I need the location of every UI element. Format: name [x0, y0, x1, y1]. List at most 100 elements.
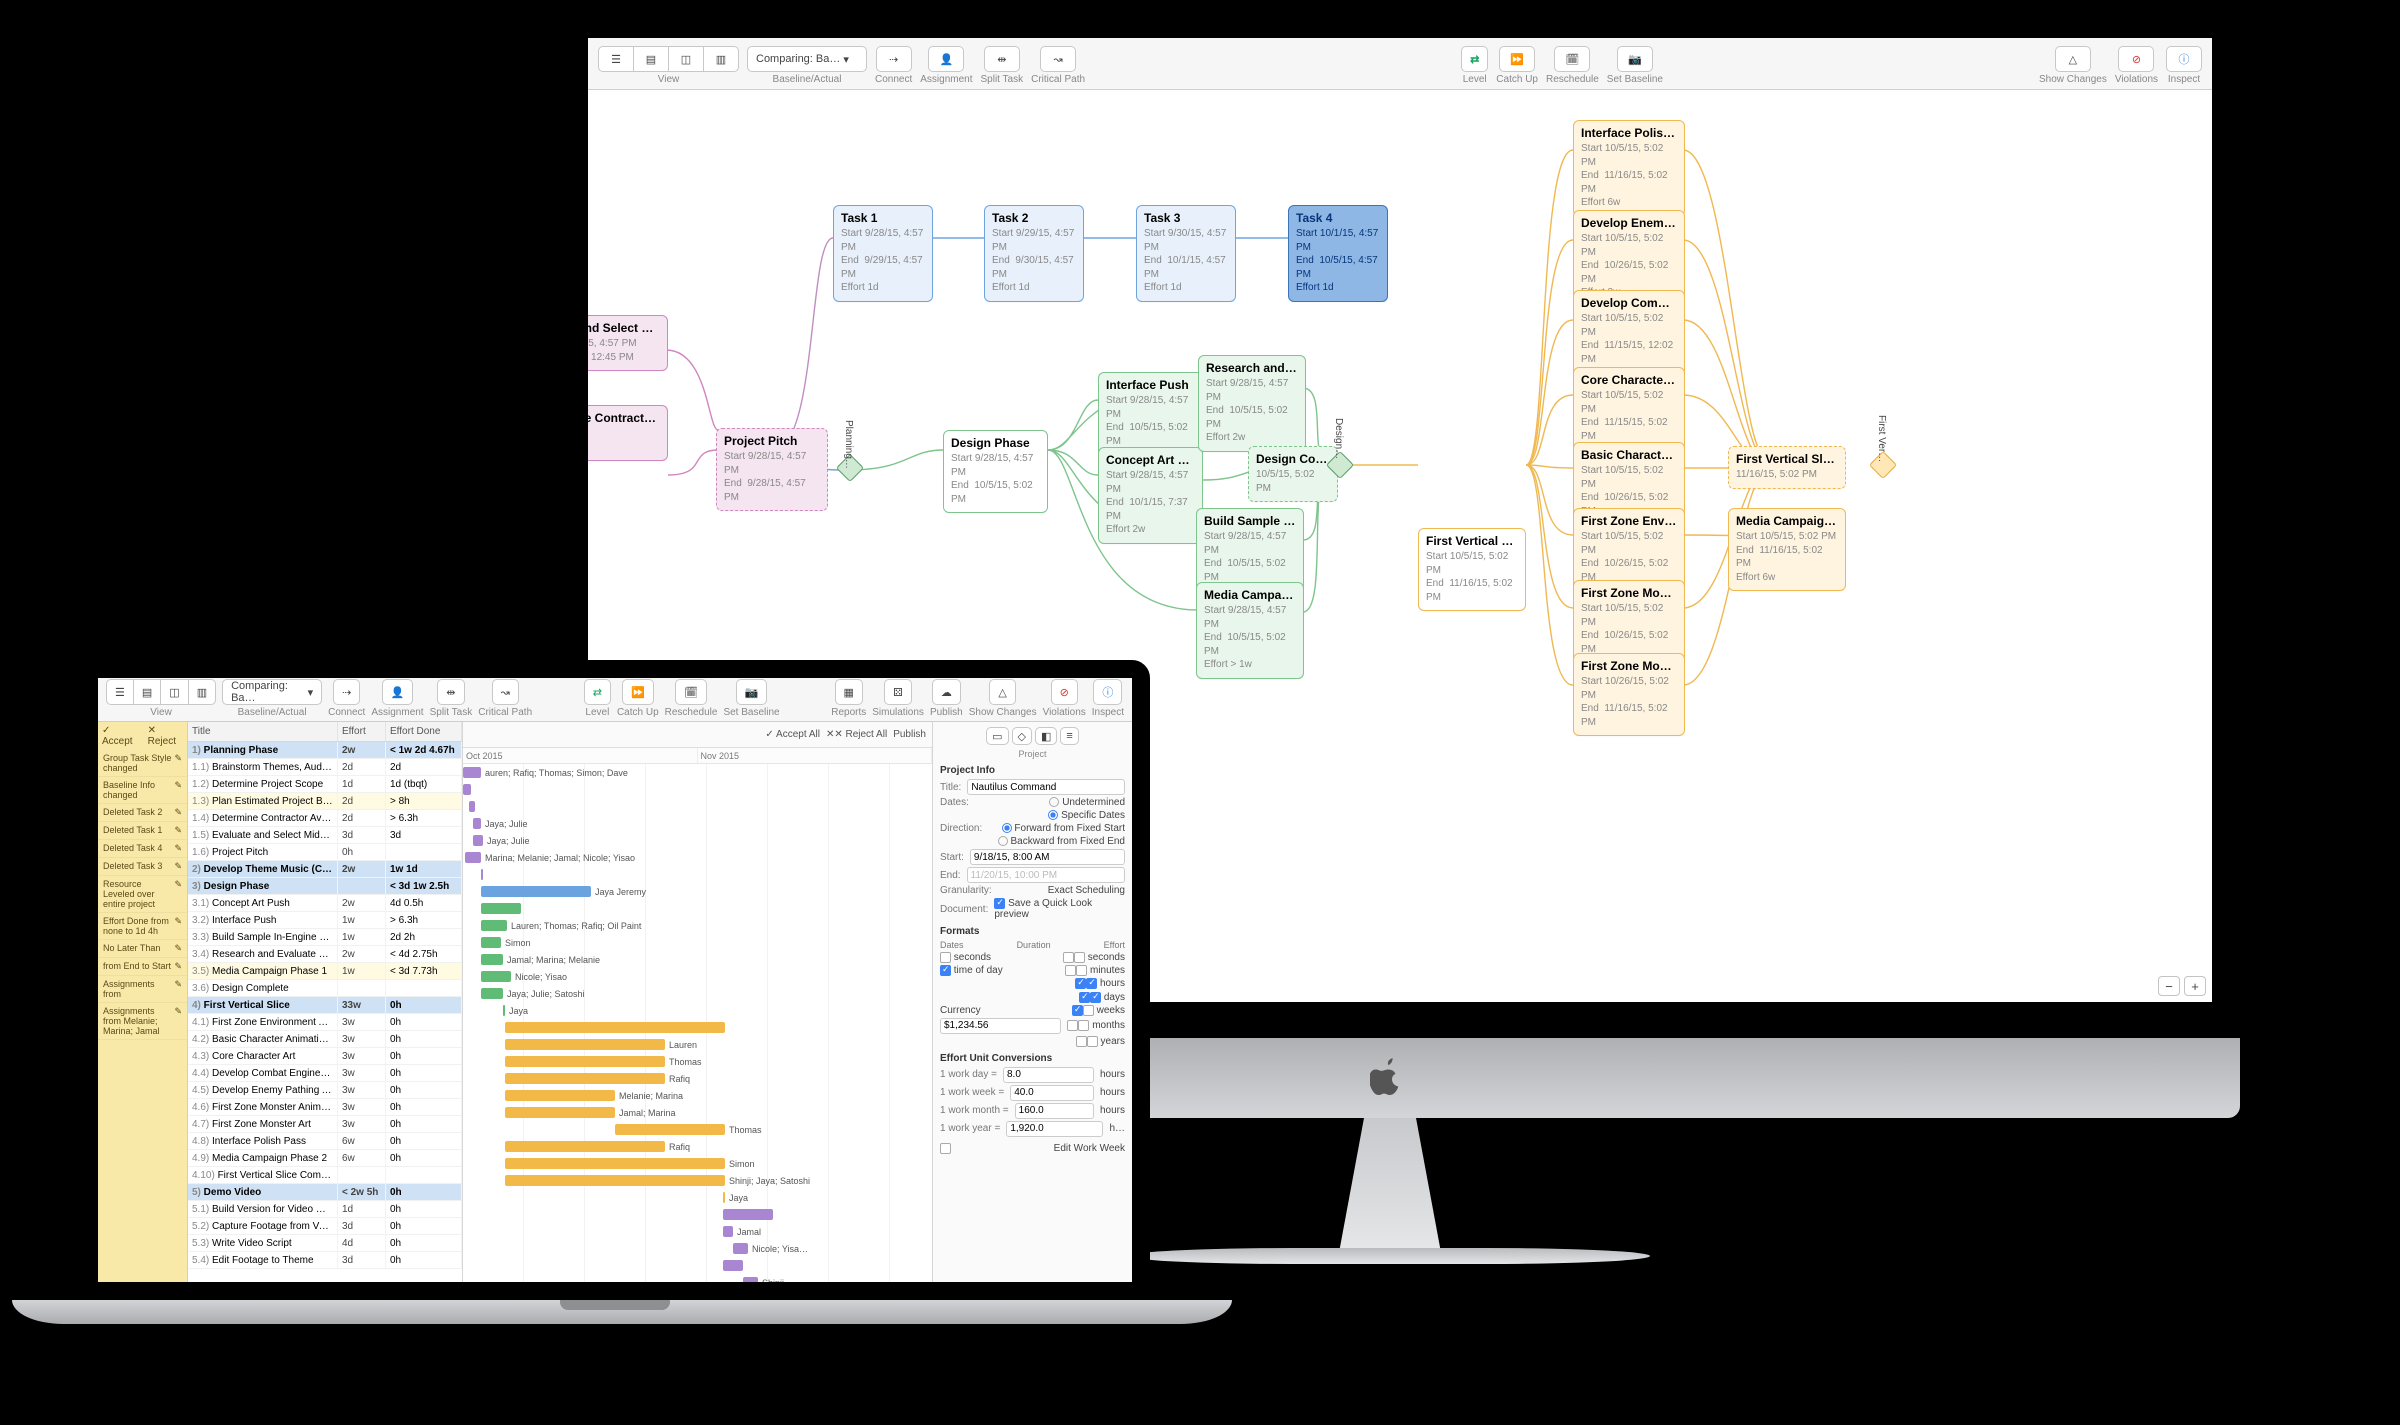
radio-backward[interactable]: [998, 836, 1008, 846]
workyear-input[interactable]: [1006, 1121, 1103, 1137]
gantt-bar[interactable]: Rafiq: [505, 1073, 665, 1084]
gantt-bar[interactable]: Melanie; Marina: [505, 1090, 615, 1101]
lap-view3[interactable]: ◫: [161, 679, 188, 705]
task-row[interactable]: 5.2) Capture Footage from Vertical Slice…: [188, 1218, 462, 1235]
accept-change[interactable]: ✓ Accept: [102, 725, 139, 747]
lap-catchup[interactable]: ⏩: [622, 679, 654, 705]
level-button[interactable]: ⇄: [1461, 46, 1488, 72]
gantt-bar[interactable]: Shinji; Jaya; Satoshi: [505, 1175, 725, 1186]
change-item[interactable]: Assignments from✎: [98, 976, 187, 1003]
gantt-bar[interactable]: Jamal: [723, 1226, 733, 1237]
project-title-input[interactable]: [967, 779, 1125, 795]
lap-view4[interactable]: ▥: [189, 679, 216, 705]
node-media1[interactable]: Media Campaign Phas… Start 9/28/15, 4:57…: [1196, 582, 1304, 679]
gantt-bar[interactable]: [463, 784, 471, 795]
task-row[interactable]: 3.4) Research and Evaluate Testing Tools…: [188, 946, 462, 963]
setbaseline-button[interactable]: 📷: [1617, 46, 1653, 72]
change-item[interactable]: Deleted Task 4✎: [98, 840, 187, 858]
gantt-bar[interactable]: Jaya: [503, 1005, 505, 1016]
critical-button[interactable]: ↝: [1040, 46, 1076, 72]
lap-publish[interactable]: ☁︎: [932, 679, 961, 705]
node-media2[interactable]: Media Campaign Phas… Start 10/5/15, 5:02…: [1728, 508, 1846, 591]
gantt-bar[interactable]: [723, 1260, 743, 1271]
task-row[interactable]: 3.5) Media Campaign Phase 11w< 3d 7.73h: [188, 963, 462, 980]
gantt-bar[interactable]: Rafiq: [505, 1141, 665, 1152]
gantt-bar[interactable]: [505, 1022, 725, 1033]
zoom-in-button[interactable]: +: [2184, 976, 2206, 996]
gantt-bar[interactable]: Marina; Melanie; Jamal; Nicole; Yisao: [465, 852, 481, 863]
granularity-dropdown[interactable]: Exact Scheduling: [1048, 885, 1125, 896]
insp-tab-style[interactable]: ◧: [1035, 727, 1057, 745]
task-row[interactable]: 1.1) Brainstorm Themes, Audience, Art St…: [188, 759, 462, 776]
view-mode-1[interactable]: ☰: [598, 46, 634, 72]
gantt-bar[interactable]: auren; Rafiq; Thomas; Simon; Dave: [463, 767, 481, 778]
lap-connect[interactable]: ⇢: [333, 679, 360, 705]
lap-assignment[interactable]: 👤: [382, 679, 414, 705]
view-mode-4[interactable]: ▥: [704, 46, 739, 72]
task-row[interactable]: 3.1) Concept Art Push2w4d 0.5h: [188, 895, 462, 912]
task-row[interactable]: 1.6) Project Pitch0h: [188, 844, 462, 861]
lap-level[interactable]: ⇄: [584, 679, 611, 705]
split-button[interactable]: ⇹: [984, 46, 1020, 72]
compare-dropdown[interactable]: Comparing: Ba… ▾: [747, 46, 867, 72]
task-row[interactable]: 1.5) Evaluate and Select Middleware3d3d: [188, 827, 462, 844]
lap-view1[interactable]: ☰: [106, 679, 134, 705]
task-row[interactable]: 4.8) Interface Polish Pass6w0h: [188, 1133, 462, 1150]
task-row[interactable]: 4.1) First Zone Environment Assets3w0h: [188, 1014, 462, 1031]
lap-showchanges[interactable]: △: [989, 679, 1015, 705]
task-row[interactable]: 4.4) Develop Combat Engine (Alpha Ver.)3…: [188, 1065, 462, 1082]
node-concept-art[interactable]: Concept Art Push Start 9/28/15, 4:57 PM …: [1098, 447, 1203, 544]
node-task4[interactable]: Task 4 Start 10/1/15, 4:57 PM End 10/5/1…: [1288, 205, 1388, 302]
zoom-out-button[interactable]: −: [2158, 976, 2180, 996]
gantt-bar[interactable]: Jaya: [723, 1192, 725, 1203]
node-zoneani[interactable]: First Zone Monster Ani… Start 10/26/15, …: [1573, 653, 1685, 736]
task-row[interactable]: 1) Planning Phase2w< 1w 2d 4.67h: [188, 742, 462, 759]
task-row[interactable]: 4.9) Media Campaign Phase 26w0h: [188, 1150, 462, 1167]
inspect-button[interactable]: ⓘ: [2166, 46, 2202, 72]
task-row[interactable]: 4.7) First Zone Monster Art3w0h: [188, 1116, 462, 1133]
change-item[interactable]: from End to Start✎: [98, 958, 187, 976]
node-project-pitch[interactable]: Project Pitch Start 9/28/15, 4:57 PM End…: [716, 428, 828, 511]
gantt-bar[interactable]: Simon: [505, 1158, 725, 1169]
gantt-bar[interactable]: Simon: [481, 937, 501, 948]
view-mode-3[interactable]: ◫: [669, 46, 704, 72]
gantt-bar[interactable]: Jaya; Julie: [473, 818, 481, 829]
chk-seconds[interactable]: [940, 952, 951, 963]
task-row[interactable]: 4.3) Core Character Art3w0h: [188, 1048, 462, 1065]
gantt-bar[interactable]: Jamal; Marina; Melanie: [481, 954, 503, 965]
lap-inspect[interactable]: ⓘ: [1093, 679, 1122, 705]
task-row[interactable]: 5.4) Edit Footage to Theme3d0h: [188, 1252, 462, 1269]
radio-specific[interactable]: [1048, 810, 1058, 820]
lap-reports[interactable]: ▦: [835, 679, 863, 705]
reject-all[interactable]: ✕✕ Reject All: [826, 729, 887, 740]
task-row[interactable]: 1.2) Determine Project Scope1d1d (tbqt): [188, 776, 462, 793]
gantt-bar[interactable]: Nicole; Yisa…: [733, 1243, 748, 1254]
node-research[interactable]: Research and Evaluate… Start 9/28/15, 4:…: [1198, 355, 1306, 452]
end-input[interactable]: [967, 867, 1125, 883]
node-task3[interactable]: Task 3 Start 9/30/15, 4:57 PM End 10/1/1…: [1136, 205, 1236, 302]
node-design-complete[interactable]: Design Complete 10/5/15, 5:02 PM: [1248, 446, 1338, 502]
node-ifpolish[interactable]: Interface Polish Pass Start 10/5/15, 5:0…: [1573, 120, 1685, 217]
radio-undetermined[interactable]: [1049, 797, 1059, 807]
gantt-chart[interactable]: ✓ Accept All ✕✕ Reject All Publish Oct 2…: [463, 722, 932, 1282]
node-fvscom[interactable]: First Vertical Slice Com… 11/16/15, 5:02…: [1728, 446, 1846, 489]
task-row[interactable]: 1.4) Determine Contractor Availability2d…: [188, 810, 462, 827]
task-row[interactable]: 3.3) Build Sample In-Engine Project1w2d …: [188, 929, 462, 946]
start-input[interactable]: [970, 849, 1125, 865]
change-item[interactable]: Group Task Style changed✎: [98, 750, 187, 777]
task-row[interactable]: 4.2) Basic Character Animations3w0h: [188, 1031, 462, 1048]
gantt-bar[interactable]: [481, 869, 483, 880]
assignment-button[interactable]: 👤: [928, 46, 964, 72]
task-row[interactable]: 5.1) Build Version for Video Capture (De…: [188, 1201, 462, 1218]
node-contractor[interactable]: …se Contractor A…: [588, 405, 668, 461]
publish-btn[interactable]: Publish: [893, 729, 926, 740]
showchanges-button[interactable]: △: [2055, 46, 2091, 72]
change-item[interactable]: Deleted Task 3✎: [98, 858, 187, 876]
quicklook-checkbox[interactable]: [994, 898, 1005, 909]
gantt-bar[interactable]: Lauren; Thomas; Rafiq; Oil Paint: [481, 920, 507, 931]
task-row[interactable]: 4.10) First Vertical Slice Complete: [188, 1167, 462, 1184]
reschedule-button[interactable]: 🗓: [1554, 46, 1590, 72]
node-design-phase[interactable]: Design Phase Start 9/28/15, 4:57 PM End …: [943, 430, 1048, 513]
workday-input[interactable]: [1003, 1067, 1094, 1083]
insp-tab-milestone[interactable]: ◇: [1012, 727, 1032, 745]
